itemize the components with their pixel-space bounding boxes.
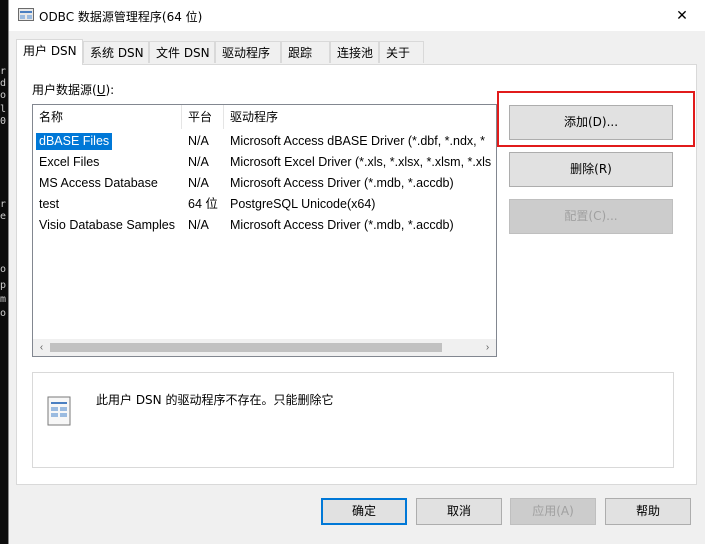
dsn-platform: N/A bbox=[188, 176, 209, 190]
tab-file-dsn[interactable]: 文件 DSN bbox=[149, 41, 215, 63]
column-header-name[interactable]: 名称 bbox=[33, 105, 182, 129]
configure-button[interactable]: 配置(C)... bbox=[509, 199, 673, 234]
dsn-driver: Microsoft Excel Driver (*.xls, *.xlsx, *… bbox=[230, 155, 492, 169]
table-row[interactable]: Excel Files N/A Microsoft Excel Driver (… bbox=[33, 152, 496, 173]
terminal-char: p bbox=[0, 280, 7, 291]
tab-drivers[interactable]: 驱动程序 bbox=[215, 41, 281, 63]
dsn-driver: PostgreSQL Unicode(x64) bbox=[230, 197, 376, 211]
scrollbar-thumb[interactable] bbox=[50, 343, 442, 352]
dsn-name: MS Access Database bbox=[39, 176, 158, 190]
ok-button[interactable]: 确定 bbox=[321, 498, 407, 525]
table-row[interactable]: test 64 位 PostgreSQL Unicode(x64) bbox=[33, 194, 496, 215]
table-row[interactable]: MS Access Database N/A Microsoft Access … bbox=[33, 173, 496, 194]
odbc-app-icon bbox=[18, 8, 34, 21]
dsn-name: dBASE Files bbox=[36, 133, 113, 150]
scroll-right-icon[interactable]: › bbox=[479, 339, 496, 356]
close-icon: ✕ bbox=[676, 7, 688, 23]
close-button[interactable]: ✕ bbox=[659, 0, 705, 31]
terminal-char: e bbox=[0, 211, 7, 222]
add-button[interactable]: 添加(D)... bbox=[509, 105, 673, 140]
cancel-button[interactable]: 取消 bbox=[416, 498, 502, 525]
apply-button[interactable]: 应用(A) bbox=[510, 498, 596, 525]
dsn-name: test bbox=[39, 197, 60, 211]
dsn-platform: N/A bbox=[188, 134, 209, 148]
table-row[interactable]: dBASE Files N/A Microsoft Access dBASE D… bbox=[33, 131, 496, 152]
tab-user-dsn[interactable]: 用户 DSN bbox=[16, 39, 83, 65]
dsn-name: Visio Database Samples bbox=[39, 218, 175, 232]
dsn-driver: Microsoft Access dBASE Driver (*.dbf, *.… bbox=[230, 134, 485, 148]
remove-button[interactable]: 删除(R) bbox=[509, 152, 673, 187]
table-row[interactable]: Visio Database Samples N/A Microsoft Acc… bbox=[33, 215, 496, 236]
help-button[interactable]: 帮助 bbox=[605, 498, 691, 525]
tab-about[interactable]: 关于 bbox=[379, 41, 424, 63]
dsn-platform: N/A bbox=[188, 155, 209, 169]
terminal-char: o bbox=[0, 308, 7, 319]
user-dsn-label: 用户数据源(U): bbox=[32, 83, 115, 97]
scroll-left-icon[interactable]: ‹ bbox=[33, 339, 50, 356]
terminal-char: 0 bbox=[0, 116, 7, 127]
terminal-char: d bbox=[0, 78, 7, 89]
terminal-char: r bbox=[0, 199, 7, 210]
title-bar[interactable]: ODBC 数据源管理程序(64 位) ✕ bbox=[9, 0, 705, 31]
horizontal-scrollbar[interactable]: ‹ › bbox=[33, 339, 496, 356]
odbc-dialog: ODBC 数据源管理程序(64 位) ✕ 用户 DSN 系统 DSN 文件 DS… bbox=[8, 0, 705, 544]
terminal-char: o bbox=[0, 90, 7, 101]
dsn-driver: Microsoft Access Driver (*.mdb, *.accdb) bbox=[230, 176, 454, 190]
dsn-list[interactable]: 名称 平台 驱动程序 dBASE Files N/A Microsoft Acc… bbox=[32, 104, 497, 357]
dsn-driver: Microsoft Access Driver (*.mdb, *.accdb) bbox=[230, 218, 454, 232]
list-header: 名称 平台 驱动程序 bbox=[33, 105, 496, 129]
tab-tracing[interactable]: 跟踪 bbox=[281, 41, 330, 63]
tab-connection-pooling[interactable]: 连接池 bbox=[330, 41, 379, 63]
document-icon bbox=[47, 396, 71, 426]
info-message: 此用户 DSN 的驱动程序不存在。只能删除它 bbox=[96, 393, 334, 407]
tab-system-dsn[interactable]: 系统 DSN bbox=[83, 41, 149, 63]
dsn-platform: 64 位 bbox=[188, 197, 218, 211]
info-panel: 此用户 DSN 的驱动程序不存在。只能删除它 bbox=[32, 372, 674, 468]
terminal-char: o bbox=[0, 264, 7, 275]
window-title: ODBC 数据源管理程序(64 位) bbox=[39, 10, 203, 24]
dsn-name: Excel Files bbox=[39, 155, 100, 169]
terminal-char: l bbox=[0, 104, 7, 115]
terminal-char: r bbox=[0, 66, 7, 77]
dsn-platform: N/A bbox=[188, 218, 209, 232]
terminal-char: m bbox=[0, 294, 7, 305]
column-header-platform[interactable]: 平台 bbox=[182, 105, 224, 129]
column-header-driver[interactable]: 驱动程序 bbox=[224, 105, 496, 129]
